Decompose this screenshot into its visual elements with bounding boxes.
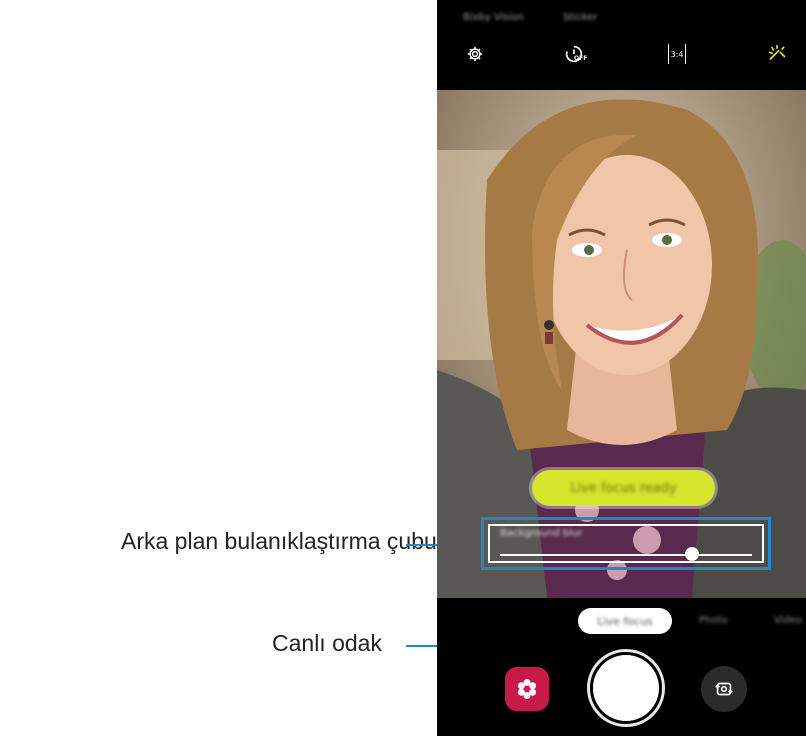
callout-live-focus-label: Canlı odak (272, 630, 382, 656)
background-blur-bar[interactable]: Background blur (481, 517, 771, 570)
shutter-button[interactable] (593, 655, 659, 721)
blur-slider-track[interactable] (500, 554, 752, 556)
viewfinder[interactable]: Live focus ready Background blur (437, 90, 806, 598)
filter-sparkle-icon[interactable] (763, 40, 791, 68)
switch-camera-button[interactable] (701, 666, 747, 712)
mode-live-focus[interactable]: Live focus (578, 608, 672, 634)
top-mode-tabs: Bixby Vision Sticker (437, 0, 806, 38)
mode-video[interactable]: Video (774, 615, 802, 626)
timer-off-icon[interactable]: OFF (560, 40, 588, 68)
gear-icon[interactable] (461, 40, 489, 68)
gallery-button[interactable] (505, 667, 549, 711)
tab-sticker[interactable]: Sticker (563, 12, 597, 23)
aspect-ratio-text: 3:4 (670, 49, 684, 59)
blur-bar-title: Background blur (500, 528, 583, 539)
blur-slider-thumb[interactable] (684, 547, 699, 561)
aspect-ratio-icon[interactable]: 3:4 (663, 40, 691, 68)
live-focus-ready-text: Live focus ready (570, 480, 677, 496)
blur-bar-inner: Background blur (488, 524, 764, 563)
mode-live-focus-label: Live focus (597, 614, 653, 628)
switch-camera-icon (715, 682, 733, 696)
tab-bixby-vision[interactable]: Bixby Vision (463, 12, 524, 23)
mode-photo[interactable]: Photo (699, 615, 728, 626)
gallery-flower-icon (517, 679, 537, 699)
bottom-controls (437, 648, 806, 736)
camera-mode-row: Live focus Photo Video (437, 598, 806, 646)
callout-blur-bar-label: Arka plan bulanıklaştırma çubuğu (121, 528, 463, 554)
live-focus-ready-pill: Live focus ready (532, 470, 715, 506)
camera-screen: Bixby Vision Sticker OFF 3:4 Live focus … (437, 0, 806, 736)
timer-off-text: OFF (574, 55, 588, 62)
